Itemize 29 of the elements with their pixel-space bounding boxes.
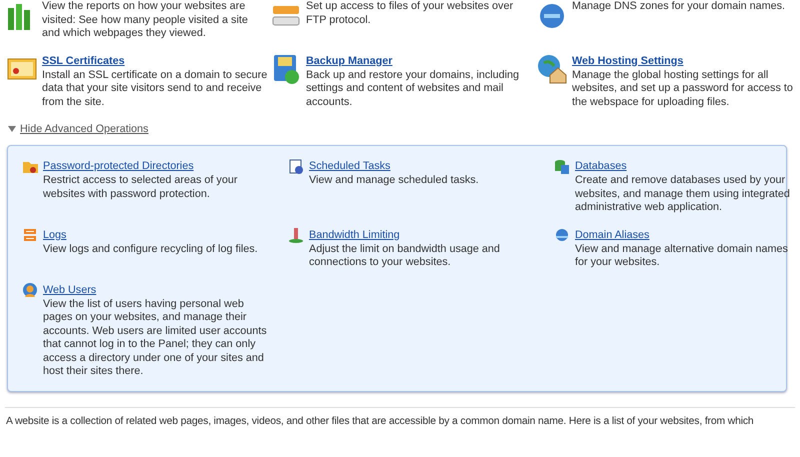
advanced-toggle-link[interactable]: Hide Advanced Operations	[8, 123, 148, 135]
intro-text: A website is a collection of related web pages, images, videos, and other files that are accessible by a common domain name. Here is a list of your websites, from which	[5, 416, 755, 426]
operation-description: Manage the global hosting settings for all websites, and set up a password for access to the webspace for uploading files.	[572, 68, 794, 109]
operation-description: Install an SSL certificate on a domain to secure data that your site visitors send to and receive from the site.	[42, 68, 268, 109]
operation-link[interactable]: SSL Certificates	[42, 52, 268, 68]
operation-link[interactable]: Domain Aliases	[575, 226, 800, 242]
operation-description: View and manage alternative domain names for your websites.	[575, 242, 789, 270]
operation-link[interactable]: Web Users	[43, 282, 269, 298]
operation-link[interactable]: Databases	[575, 158, 800, 174]
operation-description: View logs and configure recycling of log files.	[43, 242, 259, 256]
operation-description: View the list of users having personal web pages on your websites, and manage their accounts. Web users are limited user accounts that cannot log in to the Panel; they can only access a directory under one of your sites and host their sites there.	[43, 298, 268, 378]
operation-link[interactable]: Backup Manager	[306, 52, 532, 68]
operation-link[interactable]: Bandwidth Limiting	[309, 226, 535, 242]
operation-description: Manage DNS zones for your domain names.	[572, 0, 786, 14]
operation-link[interactable]: Scheduled Tasks	[309, 158, 535, 174]
operation-description: Adjust the limit on bandwidth usage and connections to your websites.	[309, 242, 501, 270]
operation-link[interactable]: Logs	[43, 226, 269, 242]
operation-description: View the reports on how your websites are visited: See how many people visited a site and which webpages they viewed.	[42, 0, 249, 40]
operation-description: Set up access to files of your websites over FTP protocol.	[306, 0, 514, 27]
operation-description: Back up and restore your domains, including settings and content of websites and mail accounts.	[306, 68, 520, 109]
triangle-icon	[8, 125, 16, 133]
user-globe-icon	[22, 282, 38, 298]
operation-description: Restrict access to selected areas of your websites with password protection.	[43, 174, 238, 201]
globe-house-icon	[536, 52, 568, 84]
log-stack-icon	[22, 226, 38, 242]
operation-link[interactable]: Web Hosting Settings	[572, 52, 798, 68]
operation-description: Create and remove databases used by your websites, and manage them using integrated administrative web application.	[575, 174, 791, 214]
operation-description: View and manage scheduled tasks.	[309, 174, 480, 188]
operation-link[interactable]: Password-protected Directories	[43, 158, 269, 174]
